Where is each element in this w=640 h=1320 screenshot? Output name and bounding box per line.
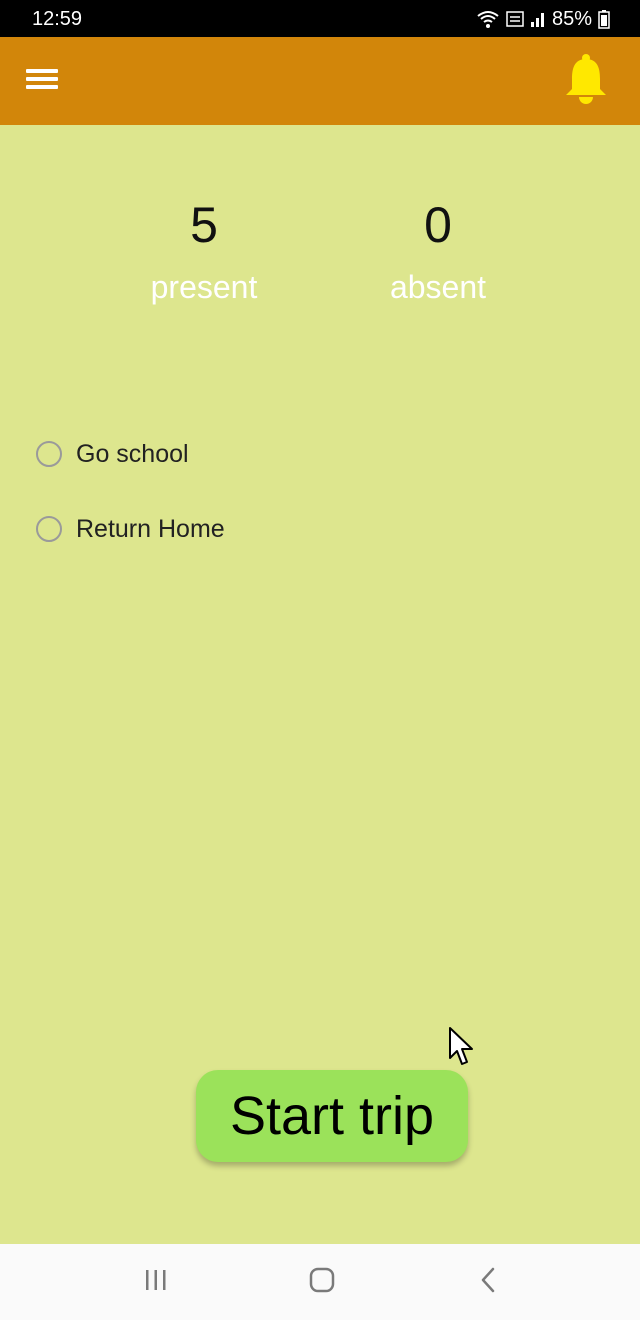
hamburger-menu-icon xyxy=(26,67,58,96)
absent-count: 0 xyxy=(424,197,452,253)
radio-return-home[interactable]: Return Home xyxy=(36,511,225,547)
radio-label-return-home: Return Home xyxy=(76,514,225,543)
notifications-button[interactable] xyxy=(558,53,614,109)
radio-label-go-school: Go school xyxy=(76,439,189,468)
status-bar: 12:59 85% xyxy=(0,0,640,37)
volte-icon xyxy=(506,9,524,29)
wifi-icon xyxy=(476,9,500,29)
status-icons: 85% xyxy=(476,7,610,31)
menu-button[interactable] xyxy=(20,61,64,101)
status-time: 12:59 xyxy=(32,8,83,30)
app-bar xyxy=(0,37,640,125)
radio-button[interactable] xyxy=(36,516,62,542)
home-icon xyxy=(308,1266,336,1299)
screen: 12:59 85% 5 present 0 absent Go school R… xyxy=(0,0,640,1320)
bell-icon xyxy=(562,53,610,110)
radio-button[interactable] xyxy=(36,441,62,467)
recents-button[interactable] xyxy=(136,1264,176,1300)
navigation-bar xyxy=(0,1244,640,1320)
present-stat: 5 present xyxy=(104,195,304,307)
home-button[interactable] xyxy=(302,1264,342,1300)
absent-stat: 0 absent xyxy=(338,195,538,307)
absent-label: absent xyxy=(389,269,487,305)
start-trip-button[interactable]: Start trip xyxy=(196,1070,468,1162)
recents-icon xyxy=(143,1268,169,1297)
present-count: 5 xyxy=(190,197,218,253)
present-label: present xyxy=(150,269,258,305)
radio-go-school[interactable]: Go school xyxy=(36,436,189,472)
battery-percent: 85% xyxy=(551,7,592,30)
back-button[interactable] xyxy=(468,1264,508,1300)
mouse-pointer-icon xyxy=(448,1026,476,1068)
back-icon xyxy=(478,1266,498,1299)
signal-icon xyxy=(530,9,546,29)
battery-icon xyxy=(598,9,610,29)
